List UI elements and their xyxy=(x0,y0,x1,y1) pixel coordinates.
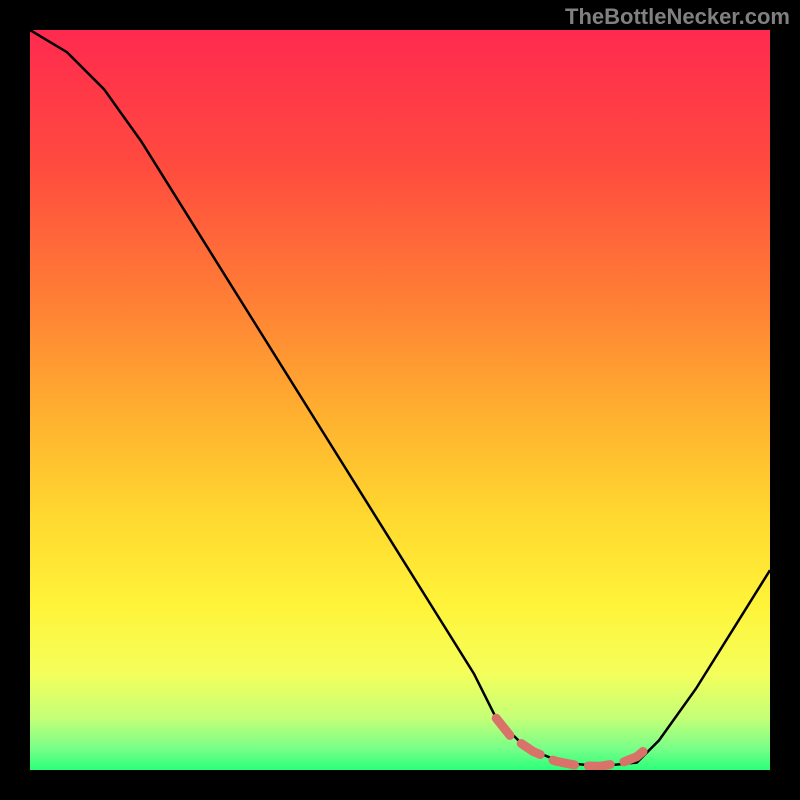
bottleneck-curve xyxy=(30,30,770,766)
attribution-text: TheBottleNecker.com xyxy=(565,4,790,30)
curve-layer xyxy=(30,30,770,770)
plot-area xyxy=(30,30,770,770)
trough-highlight xyxy=(496,718,651,766)
